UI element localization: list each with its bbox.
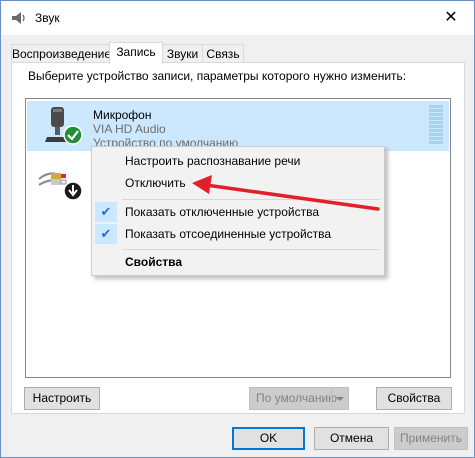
- set-default-label: По умолчанию: [256, 391, 338, 405]
- menu-separator: [122, 199, 380, 200]
- check-icon: ✔: [95, 202, 117, 222]
- check-icon: ✔: [95, 224, 117, 244]
- menu-item-disable[interactable]: Отключить: [92, 172, 384, 194]
- close-icon: ✕: [444, 8, 458, 26]
- speaker-icon: [12, 12, 25, 24]
- menu-item-show-disconnected[interactable]: ✔ Показать отсоединенные устройства: [92, 223, 384, 245]
- menu-item-show-disabled[interactable]: ✔ Показать отключенные устройства: [92, 201, 384, 223]
- device-name: Микрофон: [93, 108, 152, 122]
- menu-separator: [122, 249, 380, 250]
- down-arrow-icon: [63, 181, 83, 201]
- device-driver: VIA HD Audio: [93, 122, 166, 136]
- set-default-button[interactable]: По умолчанию: [249, 387, 349, 410]
- menu-item-label: Свойства: [125, 255, 183, 269]
- instruction-text: Выберите устройство записи, параметры ко…: [28, 69, 407, 83]
- close-button[interactable]: ✕: [428, 1, 474, 32]
- tab-playback[interactable]: Воспроизведение: [11, 44, 111, 63]
- level-meter: [429, 105, 443, 145]
- apply-button[interactable]: Применить: [394, 427, 468, 450]
- tab-communications[interactable]: Связь: [202, 44, 244, 63]
- tab-sounds[interactable]: Звуки: [161, 44, 204, 63]
- menu-item-properties[interactable]: Свойства: [92, 251, 384, 273]
- ok-button[interactable]: OK: [232, 427, 305, 450]
- chevron-down-icon: [336, 397, 344, 401]
- context-menu: Настроить распознавание речи Отключить ✔…: [91, 146, 385, 276]
- device-microphone[interactable]: Микрофон VIA HD Audio Устройство по умол…: [27, 101, 449, 151]
- menu-item-label: Настроить распознавание речи: [125, 154, 301, 168]
- tab-recording[interactable]: Запись: [109, 42, 163, 64]
- properties-button[interactable]: Свойства: [376, 387, 452, 410]
- dropdown-split[interactable]: [331, 388, 348, 409]
- menu-item-label: Отключить: [125, 176, 186, 190]
- menu-item-label: Показать отключенные устройства: [125, 205, 320, 219]
- menu-item-speech-recognition[interactable]: Настроить распознавание речи: [92, 150, 384, 172]
- window-title: Звук: [35, 11, 60, 25]
- default-check-icon: [63, 125, 83, 145]
- configure-button[interactable]: Настроить: [24, 387, 100, 410]
- title-bar[interactable]: Звук ✕: [1, 1, 474, 35]
- cancel-button[interactable]: Отмена: [314, 427, 389, 450]
- menu-item-label: Показать отсоединенные устройства: [125, 227, 332, 241]
